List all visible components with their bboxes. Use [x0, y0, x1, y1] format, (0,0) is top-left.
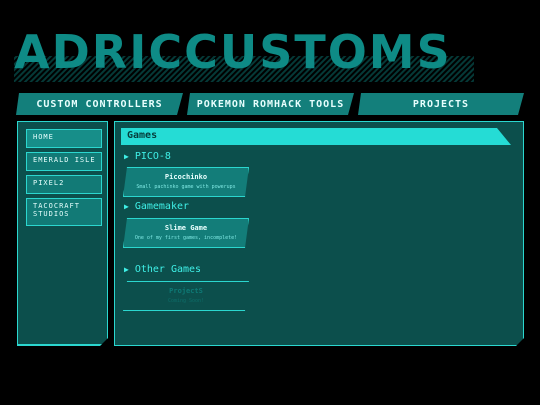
section-title: Gamemaker	[134, 201, 190, 212]
sidebar: Home Emerald Isle Pixel2 Tacocraft Studi…	[17, 121, 108, 346]
card-title: Slime Game	[164, 224, 208, 232]
card-title: Picochinko	[164, 173, 208, 181]
game-card-slime-game[interactable]: Slime Game One of my first games, incomp…	[123, 218, 249, 248]
site-logo[interactable]: ADRICCUSTOMS	[14, 18, 474, 82]
section-title: PICO-8	[134, 151, 171, 162]
sidebar-item-tacocraft-studios[interactable]: Tacocraft Studios	[26, 198, 102, 226]
logo-text: ADRICCUSTOMS	[14, 25, 452, 79]
page-title: Games	[121, 128, 511, 145]
game-card-picochinko[interactable]: Picochinko Small pachinko game with powe…	[123, 167, 249, 197]
sidebar-item-pixel2[interactable]: Pixel2	[26, 175, 102, 194]
sidebar-item-home[interactable]: Home	[26, 129, 102, 148]
nav-pokemon-romhack-tools[interactable]: Pokemon Romhack Tools	[187, 93, 354, 115]
triangle-right-icon: ▶	[124, 152, 129, 161]
top-navigation: Custom Controllers Pokemon Romhack Tools…	[16, 93, 524, 115]
section-header-other-games: ▶ Other Games	[124, 264, 201, 275]
sidebar-item-emerald-isle[interactable]: Emerald Isle	[26, 152, 102, 171]
main-panel: Games ▶ PICO-8 Picochinko Small pachinko …	[114, 121, 524, 346]
card-description: One of my first games, incomplete!	[134, 235, 238, 241]
nav-custom-controllers[interactable]: Custom Controllers	[16, 93, 183, 115]
card-description: Coming Soon!	[167, 298, 205, 304]
section-header-gamemaker: ▶ Gamemaker	[124, 201, 189, 212]
game-card-projects[interactable]: ProjectS Coming Soon!	[123, 281, 249, 311]
card-title: ProjectS	[169, 287, 203, 295]
triangle-right-icon: ▶	[124, 202, 129, 211]
section-title: Other Games	[134, 264, 202, 275]
card-description: Small pachinko game with powerups	[136, 184, 236, 190]
triangle-right-icon: ▶	[124, 265, 129, 274]
section-header-pico8: ▶ PICO-8	[124, 151, 171, 162]
nav-projects[interactable]: Projects	[358, 93, 524, 115]
